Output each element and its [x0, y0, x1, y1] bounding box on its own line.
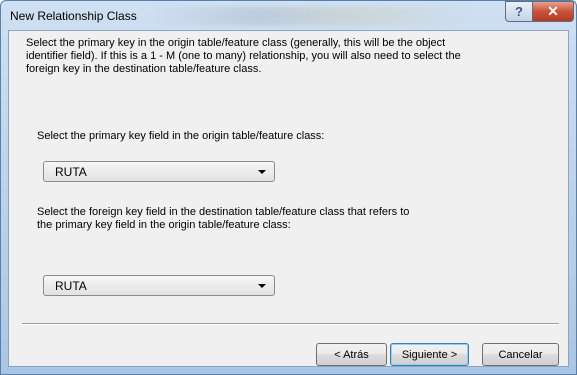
foreign-key-dropdown[interactable]: RUTA [43, 275, 275, 296]
dialog-client-area [8, 30, 569, 367]
chevron-down-icon [258, 284, 266, 288]
button-separator [22, 323, 559, 325]
next-button[interactable]: Siguiente > [390, 343, 469, 366]
window-title: New Relationship Class [10, 9, 137, 23]
cancel-button[interactable]: Cancelar [482, 343, 559, 366]
primary-key-value: RUTA [55, 165, 87, 179]
intro-text: Select the primary key in the origin tab… [26, 37, 461, 75]
help-icon: ? [515, 4, 523, 19]
title-bar[interactable]: New Relationship Class ? ✕ [1, 1, 576, 31]
foreign-key-label: Select the foreign key field in the dest… [37, 206, 410, 231]
primary-key-dropdown[interactable]: RUTA [43, 161, 275, 182]
foreign-key-value: RUTA [55, 279, 87, 293]
primary-key-label: Select the primary key field in the orig… [37, 130, 325, 142]
help-button[interactable]: ? [505, 1, 533, 22]
close-button[interactable]: ✕ [532, 1, 574, 22]
chevron-down-icon [258, 170, 266, 174]
title-bar-background-blur [151, 7, 471, 25]
close-icon: ✕ [547, 3, 559, 19]
back-button[interactable]: < Atrás [316, 343, 387, 366]
